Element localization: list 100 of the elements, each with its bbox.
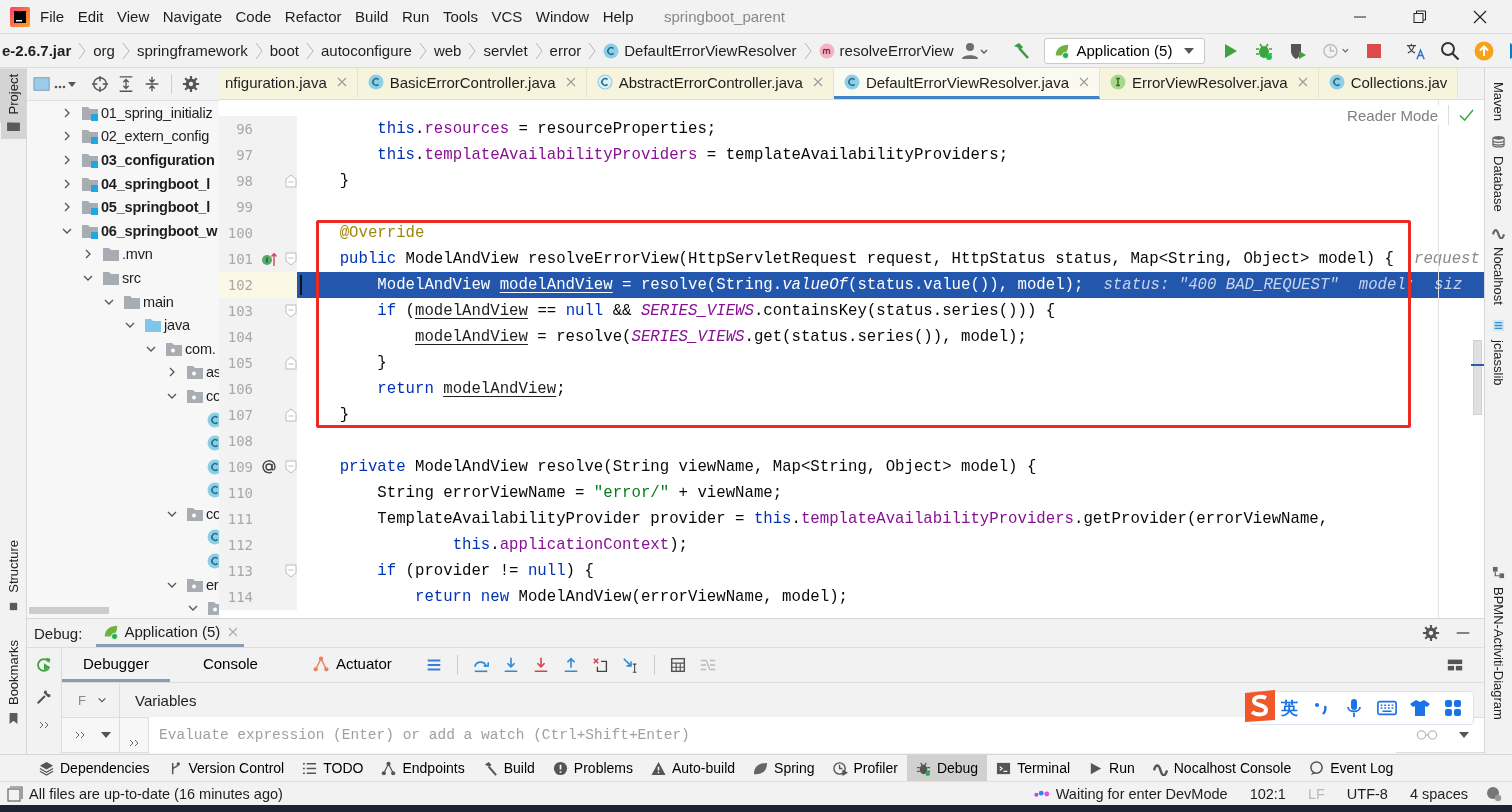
breadcrumb[interactable]: servlet [483, 42, 528, 59]
tool-window-tab[interactable]: Database [1491, 152, 1506, 216]
line-number: 108 [226, 433, 253, 449]
tool-window-button[interactable]: Endpoints [372, 755, 474, 781]
line-number: 111 [226, 511, 253, 527]
panel-heading: Variables [135, 691, 197, 709]
tree-item-label[interactable]: 03_configuration [101, 152, 215, 168]
breadcrumb[interactable]: springframework [136, 42, 248, 59]
panel-tab[interactable]: Actuator [290, 648, 413, 682]
line-number: 112 [226, 537, 253, 553]
line-number: 100 [226, 225, 253, 241]
tool-window-button[interactable]: Problems [543, 755, 642, 781]
menu-item[interactable]: Refactor [284, 8, 342, 25]
code-line: } [338, 406, 350, 424]
evaluate-expression-field[interactable]: Evaluate expression (Enter) or add a watch (Ctrl+Shift+Enter) [149, 718, 1484, 752]
file-encoding[interactable]: UTF-8 [1346, 785, 1388, 802]
tree-item-label[interactable]: er [206, 576, 219, 593]
caret-position[interactable]: 102:1 [1249, 785, 1286, 802]
editor-tab[interactable]: BasicErrorController.java [357, 68, 587, 99]
menu-item[interactable]: Tools [442, 8, 478, 25]
menu-item[interactable]: Window [535, 8, 590, 25]
breadcrumb[interactable]: DefaultErrorViewResolver [624, 42, 797, 59]
menu-item[interactable]: Navigate [162, 8, 222, 25]
breadcrumb[interactable]: resolveErrorView [839, 42, 954, 59]
tool-window-button[interactable]: TODO [293, 755, 373, 781]
line-number: 113 [226, 563, 253, 579]
tool-window-tab[interactable]: Nocalhost [1491, 242, 1506, 309]
code-line: } [376, 354, 387, 372]
editor-tab[interactable]: Collections.jav [1318, 68, 1459, 99]
breadcrumb[interactable]: autoconfigure [321, 42, 412, 59]
tool-window-button[interactable]: Nocalhost Console [1143, 755, 1301, 781]
breadcrumb[interactable]: boot [269, 42, 299, 59]
breadcrumb[interactable]: e-2.6.7.jar [2, 42, 72, 59]
breadcrumb[interactable]: error [549, 42, 582, 59]
tree-item-label[interactable]: 06_springboot_w [101, 222, 218, 239]
line-number: 114 [226, 589, 253, 605]
tool-window-tab[interactable]: jclasslib [1491, 335, 1506, 389]
tree-item-label[interactable]: main [143, 293, 174, 310]
tree-item-label[interactable]: src [122, 269, 141, 286]
status-message: All files are up-to-date (16 minutes ago) [29, 785, 283, 802]
input-mode-toggle[interactable]: 英 [1281, 696, 1298, 720]
tool-window-button[interactable]: Event Log [1300, 755, 1403, 781]
panel-tab[interactable]: Debugger [62, 648, 170, 682]
tree-item-label[interactable]: 01_spring_initializ [101, 104, 213, 121]
frames-label: F [78, 692, 86, 708]
indent-setting[interactable]: 4 spaces [1409, 785, 1468, 802]
tree-item-label[interactable]: 02_extern_config [101, 128, 210, 145]
editor-tab[interactable]: nfiguration.java [219, 68, 358, 99]
code-line: return new ModelAndView(errorViewName, model); [413, 588, 849, 606]
tool-window-tab[interactable]: Structure [0, 534, 26, 601]
session-tab[interactable]: Application (5) [96, 619, 245, 647]
line-number: 110 [226, 485, 253, 501]
menu-item[interactable]: Run [401, 8, 430, 25]
tool-window-tab[interactable]: Maven [1491, 78, 1506, 126]
line-number: 102 [226, 277, 253, 293]
line-number: 97 [235, 147, 253, 163]
menu-item[interactable]: VCS [491, 8, 523, 25]
tree-item-label[interactable]: 05_springboot_l [101, 199, 210, 216]
tool-window-button[interactable]: Auto-build [642, 755, 745, 781]
tool-window-tab[interactable]: BPMN-Activiti-Diagram [1491, 583, 1506, 724]
status-item[interactable]: Waiting for enter DevMode [1055, 785, 1228, 802]
tree-item-label[interactable]: java [164, 317, 190, 334]
tool-window-button[interactable]: Profiler [823, 755, 907, 781]
menu-item[interactable]: Build [355, 8, 389, 25]
tree-item-label[interactable]: .mvn [122, 246, 153, 263]
breadcrumb[interactable]: org [93, 42, 115, 59]
menu-item[interactable]: File [40, 8, 65, 25]
inline-value-hint: request [1414, 250, 1480, 268]
tool-window-button[interactable]: Version Control [158, 755, 294, 781]
line-number: 105 [226, 355, 253, 371]
tool-window-tab[interactable]: Bookmarks [0, 633, 26, 713]
tool-window-tab[interactable]: Project [0, 68, 26, 123]
line-number: 99 [235, 199, 253, 215]
line-number: 101 [226, 251, 253, 267]
panel-tab[interactable]: Console [181, 648, 279, 682]
tool-window-button[interactable]: Debug [906, 755, 988, 781]
tree-item-label[interactable]: com. [185, 340, 216, 357]
code-line: public ModelAndView resolveErrorView(HttpServletRequest request, HttpStatus status, Map<String, Object> model) { [338, 250, 1395, 268]
tool-window-button[interactable]: Dependencies [30, 755, 159, 781]
reader-mode-link[interactable]: Reader Mode [1347, 106, 1438, 124]
tool-window-button[interactable]: Build [473, 755, 544, 781]
tool-window-button[interactable]: Run [1079, 755, 1144, 781]
menu-item[interactable]: Help [602, 8, 634, 25]
menu-item[interactable]: Code [235, 8, 272, 25]
editor-tab[interactable]: AbstractErrorController.java [586, 68, 834, 99]
panel-title: Debug: [34, 624, 83, 642]
tree-item-label[interactable]: 04_springboot_l [101, 175, 210, 192]
code-line: return modelAndView; [376, 380, 566, 398]
tool-window-button[interactable]: Terminal [987, 755, 1080, 781]
code-line: modelAndView = resolve(SERIES_VIEWS.get(status.series()), model); [413, 328, 1027, 346]
editor-tab[interactable]: DefaultErrorViewResolver.java [833, 68, 1101, 99]
editor-tab[interactable]: ErrorViewResolver.java [1100, 68, 1319, 99]
tool-window-button[interactable]: Spring [744, 755, 824, 781]
breadcrumb[interactable]: web [433, 42, 462, 59]
code-line: this.templateAvailabilityProviders = templateAvailabilityProviders; [376, 146, 1009, 164]
code-line: } [338, 172, 350, 190]
code-line: ModelAndView modelAndView = resolve(String.valueOf(status.value()), model); [376, 276, 1084, 294]
run-configuration-dropdown[interactable]: Application (5) [1043, 37, 1206, 64]
menu-item[interactable]: View [117, 8, 150, 25]
menu-item[interactable]: Edit [77, 8, 104, 25]
